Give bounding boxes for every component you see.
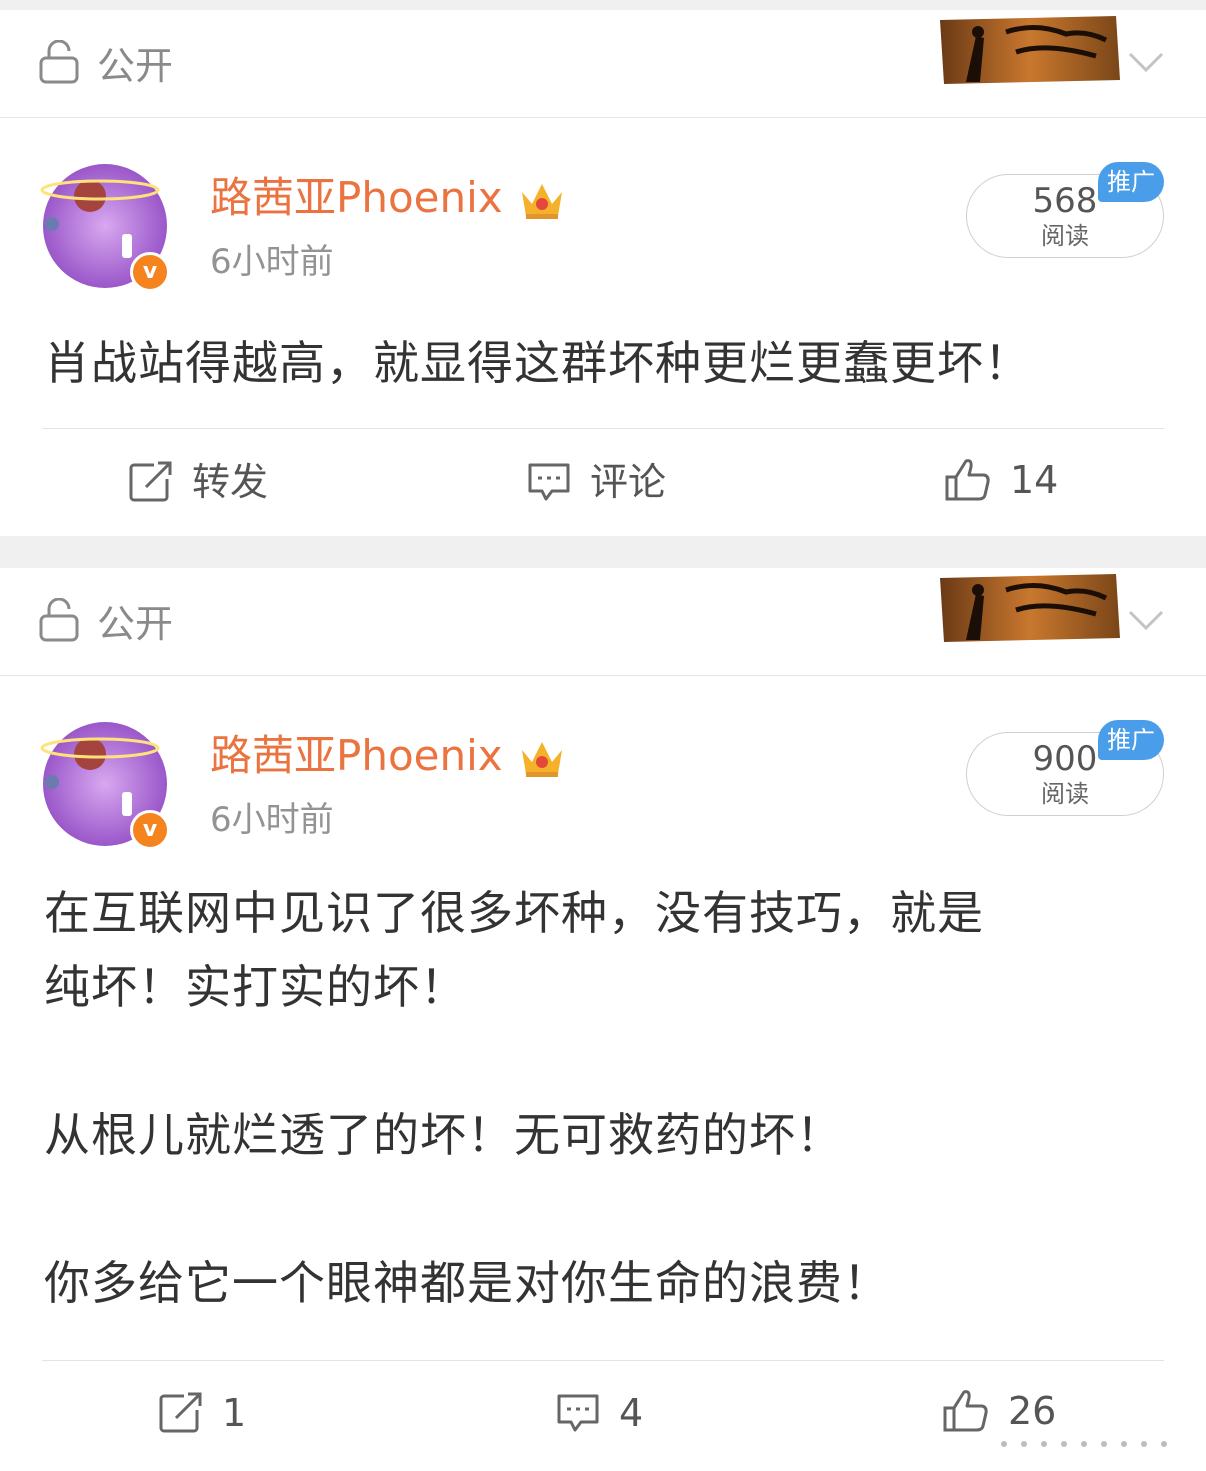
visibility-label: 公开 (97, 602, 174, 646)
post-card: 公开 v 路茜亚Phoenix 6小时前 568 阅读 推广 肖战站得越高，就显… (0, 10, 1206, 536)
like-icon (945, 459, 990, 501)
comment-icon (557, 1394, 599, 1432)
comment-count: 4 (619, 1391, 644, 1435)
divider (42, 1360, 1164, 1361)
crown-icon (522, 184, 562, 219)
repost-icon (129, 461, 172, 502)
like-button[interactable]: 14 (944, 450, 1058, 510)
promo-badge[interactable]: 推广 (1098, 720, 1164, 760)
comment-button[interactable]: 4 (555, 1383, 643, 1443)
repost-button[interactable]: 转发 (128, 452, 268, 512)
comment-icon (528, 463, 570, 501)
visibility-bar[interactable]: 公开 (0, 568, 1206, 676)
promo-badge[interactable]: 推广 (1098, 162, 1164, 202)
lock-icon (39, 598, 79, 642)
visibility-label: 公开 (97, 44, 174, 88)
author-name[interactable]: 路茜亚Phoenix (210, 170, 503, 226)
repost-label: 转发 (192, 460, 269, 504)
divider (42, 428, 1164, 429)
verified-icon: v (130, 252, 170, 292)
post-text: 肖战站得越高，就显得这群坏种更烂更蠢更坏！ (44, 336, 1031, 390)
comment-label: 评论 (590, 460, 667, 504)
lock-icon (39, 40, 79, 84)
repost-count: 1 (222, 1391, 247, 1435)
crown-icon (522, 742, 562, 777)
like-count: 26 (1008, 1389, 1057, 1433)
post-time: 6小时前 (210, 800, 334, 840)
like-count: 14 (1010, 458, 1059, 502)
banner-icon[interactable] (936, 570, 1122, 646)
chevron-down-icon[interactable] (1124, 602, 1168, 636)
banner-icon[interactable] (936, 12, 1122, 88)
repost-button[interactable]: 1 (158, 1383, 246, 1443)
like-icon (943, 1390, 988, 1432)
comment-button[interactable]: 评论 (526, 452, 666, 512)
reads-label: 阅读 (1041, 222, 1089, 250)
visibility-bar[interactable]: 公开 (0, 10, 1206, 118)
post-card: 公开 v 路茜亚Phoenix 6小时前 900 阅读 推广 在互联网中见识了很… (0, 568, 1206, 1471)
repost-icon (159, 1392, 202, 1433)
post-time: 6小时前 (210, 242, 334, 282)
chevron-down-icon[interactable] (1124, 44, 1168, 78)
reads-label: 阅读 (1041, 780, 1089, 808)
post-text: 在互联网中见识了很多坏种，没有技巧，就是 纯坏！实打实的坏！ 从根儿就烂透了的坏… (44, 886, 984, 1310)
watermark-icon (1001, 1441, 1167, 1447)
verified-icon: v (130, 810, 170, 850)
author-name[interactable]: 路茜亚Phoenix (210, 728, 503, 784)
